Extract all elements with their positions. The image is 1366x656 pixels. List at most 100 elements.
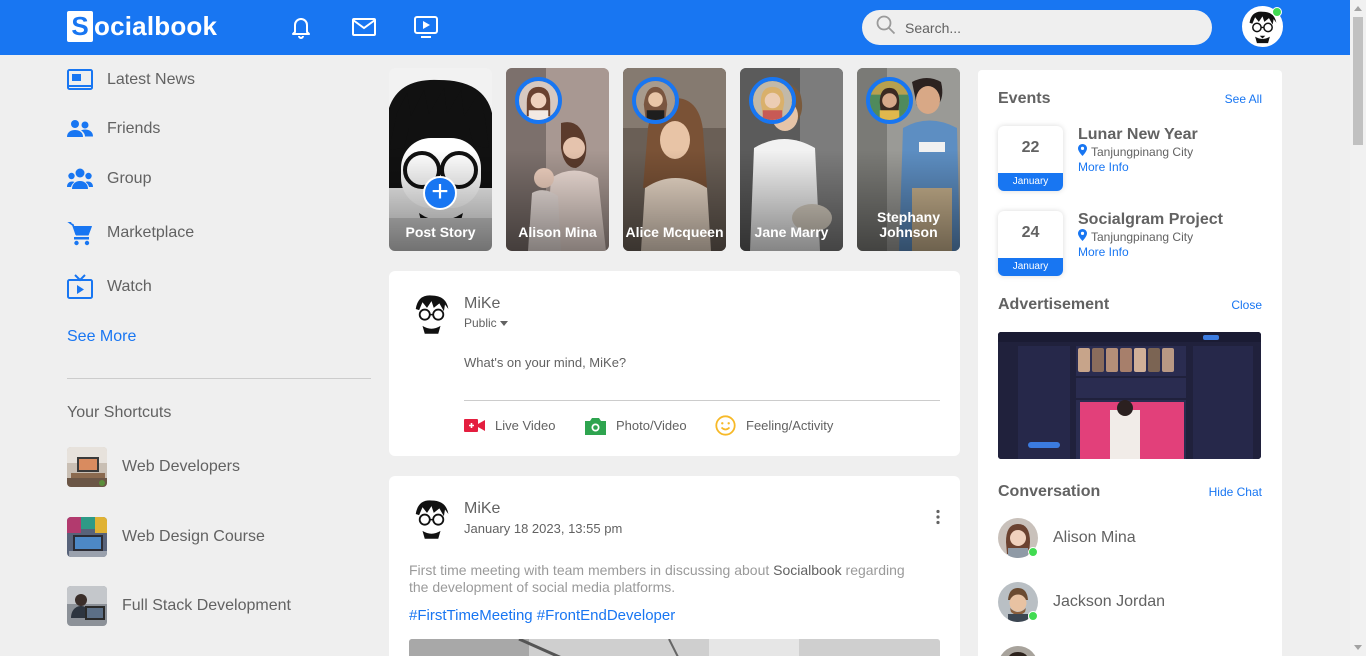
- live-video-icon: [464, 415, 495, 436]
- sidebar-item-marketplace[interactable]: Marketplace: [67, 218, 194, 248]
- smile-icon: [715, 415, 746, 436]
- conversation-item[interactable]: Jackson Jordan: [998, 582, 1165, 622]
- composer-avatar: [409, 291, 454, 336]
- see-more-link[interactable]: See More: [67, 328, 136, 346]
- post-text-start: First time meeting with team members in …: [409, 562, 774, 578]
- post-avatar[interactable]: [409, 496, 454, 541]
- post-input[interactable]: [464, 355, 940, 401]
- shortcut-web-design-course[interactable]: Web Design Course: [67, 517, 265, 557]
- story-name: Alice Mcqueen: [625, 224, 724, 240]
- story-alison-mina[interactable]: Alison Mina: [506, 68, 609, 251]
- story-avatar: [749, 77, 796, 124]
- online-indicator: [1272, 7, 1282, 17]
- feeling-activity-button[interactable]: Feeling/Activity: [715, 415, 833, 436]
- post-card: MiKe January 18 2023, 13:55 pm First tim…: [389, 476, 960, 656]
- event-day: 22: [1021, 139, 1040, 156]
- event-more-info-link[interactable]: More Info: [1078, 245, 1129, 259]
- add-story-icon[interactable]: +: [423, 176, 457, 210]
- story-avatar: [866, 77, 913, 124]
- event-month: January: [998, 258, 1063, 276]
- visibility-dropdown[interactable]: Public: [464, 316, 508, 330]
- conversation-item[interactable]: [998, 646, 1053, 656]
- caret-down-icon: [499, 320, 508, 326]
- action-label: Photo/Video: [616, 418, 687, 433]
- close-ad-link[interactable]: Close: [1231, 298, 1262, 312]
- conversation-item[interactable]: Alison Mina: [998, 518, 1136, 558]
- event-title: Lunar New Year: [1078, 126, 1198, 143]
- shortcut-label: Web Developers: [122, 458, 240, 475]
- photo-icon: [585, 415, 616, 436]
- event-month: January: [998, 173, 1063, 191]
- post-composer: MiKe Public Live Video Photo/Video Feeli…: [389, 271, 960, 456]
- shortcut-thumbnail: [67, 586, 107, 626]
- event-location-text: Tanjungpinang City: [1091, 144, 1194, 159]
- shortcut-thumbnail: [67, 447, 107, 487]
- story-avatar: [632, 77, 679, 124]
- advertisement-title: Advertisement: [998, 296, 1110, 313]
- story-name: Post Story: [405, 224, 476, 240]
- event-title: Socialgram Project: [1078, 211, 1223, 228]
- story-jane-marry[interactable]: Jane Marry: [740, 68, 843, 251]
- event-day: 24: [1021, 224, 1040, 241]
- shortcut-web-developers[interactable]: Web Developers: [67, 447, 240, 487]
- contact-name: Jackson Jordan: [1053, 593, 1166, 610]
- visibility-label: Public: [464, 316, 497, 330]
- live-video-button[interactable]: Live Video: [464, 415, 555, 436]
- story-stephany-johnson[interactable]: Stephany Johnson: [857, 68, 960, 251]
- scroll-thumb[interactable]: [1353, 17, 1363, 145]
- sidebar-item-friends[interactable]: Friends: [67, 114, 160, 144]
- video-icon[interactable]: [413, 14, 439, 40]
- scroll-up-arrow-icon[interactable]: [1354, 6, 1362, 11]
- sidebar-item-latest-news[interactable]: Latest News: [67, 65, 195, 95]
- sidebar-item-watch[interactable]: Watch: [67, 272, 152, 302]
- event-date-badge: 22 January: [998, 126, 1063, 191]
- post-date: January 18 2023, 13:55 pm: [464, 521, 623, 536]
- story-post[interactable]: + Post Story: [389, 68, 492, 251]
- sidebar-item-label: Watch: [107, 278, 152, 295]
- sidebar-divider: [67, 378, 371, 379]
- mail-icon[interactable]: [351, 14, 377, 40]
- search-bar[interactable]: [862, 10, 1212, 45]
- post-text-highlight: Socialbook: [773, 562, 842, 578]
- logo[interactable]: S ocialbook: [67, 10, 217, 42]
- event-more-info-link[interactable]: More Info: [1078, 160, 1129, 174]
- more-options-icon[interactable]: [935, 509, 941, 525]
- story-alice-mcqueen[interactable]: Alice Mcqueen: [623, 68, 726, 251]
- contact-name: Alison Mina: [1053, 529, 1136, 546]
- navbar: S ocialbook: [0, 0, 1350, 55]
- location-pin-icon: [1078, 229, 1091, 244]
- photo-video-button[interactable]: Photo/Video: [585, 415, 687, 436]
- event-location: Tanjungpinang City: [1078, 144, 1193, 159]
- search-input[interactable]: [905, 19, 1195, 36]
- event-location-text: Tanjungpinang City: [1091, 229, 1194, 244]
- bell-icon[interactable]: [288, 14, 314, 40]
- sidebar-item-group[interactable]: Group: [67, 164, 151, 194]
- logo-text: ocialbook: [94, 10, 218, 41]
- conversation-title: Conversation: [998, 483, 1101, 500]
- hide-chat-link[interactable]: Hide Chat: [1209, 485, 1262, 499]
- see-all-events-link[interactable]: See All: [1225, 92, 1262, 106]
- location-pin-icon: [1078, 144, 1091, 159]
- post-username[interactable]: MiKe: [464, 500, 500, 518]
- group-icon: [67, 166, 93, 192]
- shortcut-label: Full Stack Development: [122, 597, 291, 614]
- contact-avatar: [998, 646, 1038, 656]
- post-image[interactable]: [409, 639, 940, 656]
- action-label: Live Video: [495, 418, 556, 433]
- tv-icon: [67, 274, 93, 300]
- post-text: First time meeting with team members in …: [409, 562, 909, 596]
- event-date-badge: 24 January: [998, 211, 1063, 276]
- shortcut-label: Web Design Course: [122, 528, 265, 545]
- story-name: Jane Marry: [754, 224, 829, 240]
- page-scrollbar[interactable]: [1350, 0, 1366, 656]
- post-hashtags[interactable]: #FirstTimeMeeting #FrontEndDeveloper: [409, 607, 675, 624]
- event-location: Tanjungpinang City: [1078, 229, 1193, 244]
- story-name: Stephany Johnson: [876, 209, 940, 240]
- scroll-down-arrow-icon[interactable]: [1354, 645, 1362, 650]
- shortcut-thumbnail: [67, 517, 107, 557]
- action-label: Feeling/Activity: [746, 418, 834, 433]
- online-status-dot: [1028, 547, 1038, 557]
- shortcut-full-stack-development[interactable]: Full Stack Development: [67, 586, 291, 626]
- advertisement-image[interactable]: [998, 332, 1261, 459]
- composer-username: MiKe: [464, 295, 501, 312]
